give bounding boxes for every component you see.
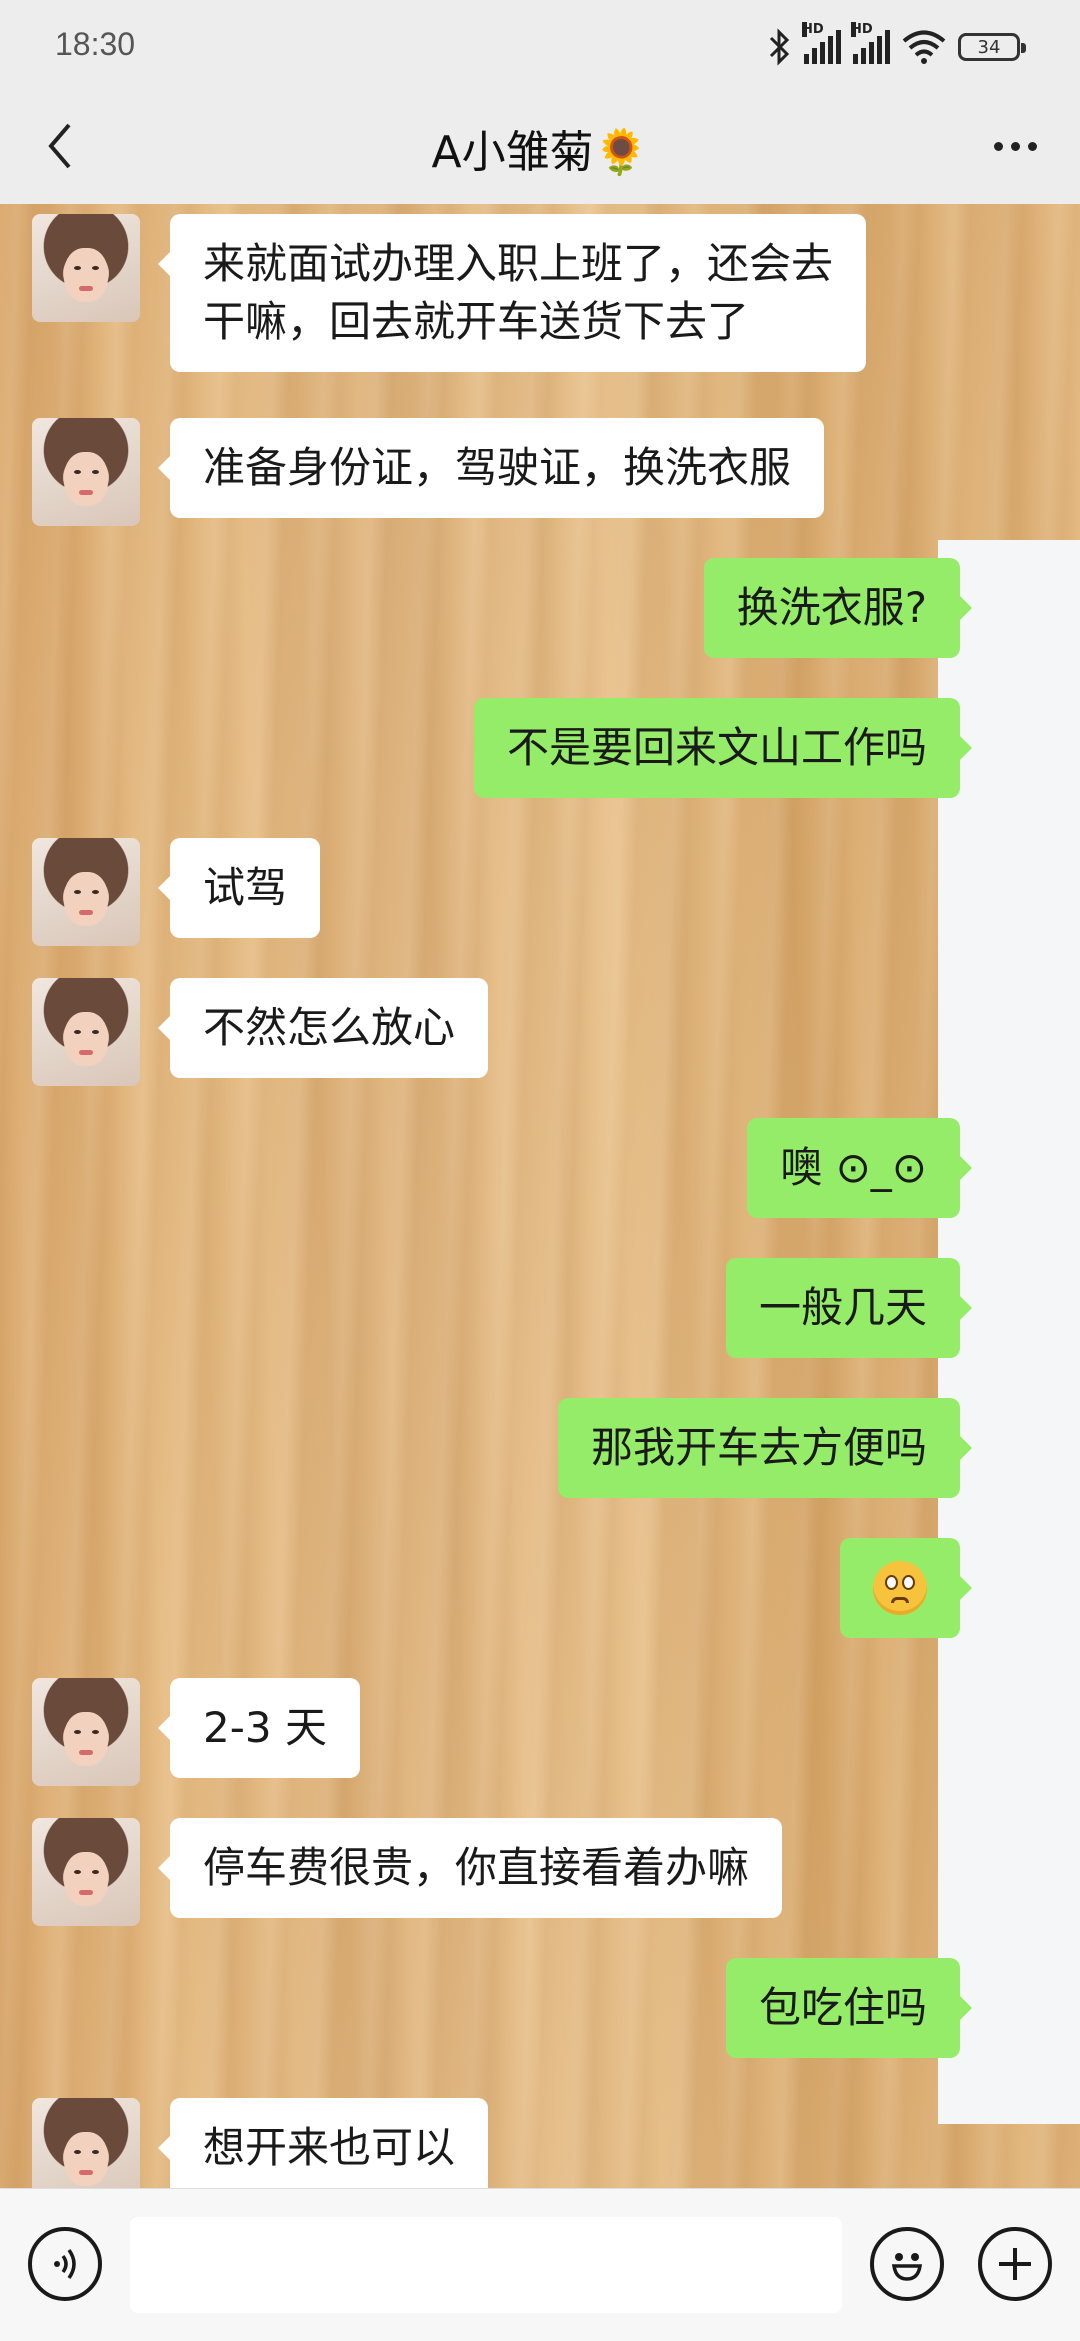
chat-header: A小雏菊🌻 — [0, 96, 1080, 204]
more-dot — [1027, 141, 1037, 151]
message-text-line: 试驾 — [203, 863, 288, 912]
message-bubble[interactable]: 噢 ⊙_⊙ — [747, 1118, 972, 1218]
message-bubble[interactable]: 试驾 — [157, 838, 321, 938]
message-bubble[interactable] — [840, 1538, 972, 1638]
message-text-line: 来就面试办理入职上班了，还会去 — [203, 239, 834, 288]
message-sent: 换洗衣服? — [703, 558, 973, 658]
message-text-line: 那我开车去方便吗 — [590, 1423, 927, 1472]
message-text-line: 噢 ⊙_⊙ — [780, 1143, 927, 1192]
message-sent: 不是要回来文山工作吗 — [473, 698, 973, 798]
message-bubble[interactable]: 一般几天 — [725, 1258, 973, 1358]
message-text-line: 换洗衣服? — [736, 583, 927, 632]
message-text-line: 不然怎么放心 — [203, 1003, 456, 1052]
message-received: 试驾 — [32, 838, 321, 946]
bluetooth-icon — [769, 28, 790, 66]
message-text-line: 想开来也可以 — [203, 2123, 456, 2172]
message-bubble[interactable]: 包吃住吗 — [725, 1958, 973, 2058]
message-received: 2-3 天 — [32, 1678, 360, 1786]
message-text-line: 准备身份证，驾驶证，换洗衣服 — [203, 443, 792, 492]
more-dot — [993, 141, 1003, 151]
plus-icon — [999, 2248, 1031, 2280]
message-received: 来就面试办理入职上班了，还会去 干嘛，回去就开车送货下去了 — [32, 214, 867, 372]
message-received: 停车费很贵，你直接看着办嘛 — [32, 1818, 783, 1926]
message-sent: 一般几天 — [725, 1258, 973, 1358]
message-received: 不然怎么放心 — [32, 978, 489, 1086]
more-dot — [1010, 141, 1020, 151]
avatar[interactable] — [32, 2098, 140, 2188]
voice-button[interactable] — [28, 2227, 102, 2301]
message-bubble[interactable]: 那我开车去方便吗 — [557, 1398, 973, 1498]
emoji-icon — [891, 2253, 923, 2281]
message-bubble[interactable]: 不然怎么放心 — [157, 978, 489, 1078]
avatar[interactable] — [32, 1818, 140, 1926]
battery-level: 34 — [977, 36, 1001, 58]
message-text-line: 2-3 天 — [203, 1703, 327, 1752]
pleading-face-emoji-icon — [873, 1561, 927, 1615]
message-bubble[interactable]: 停车费很贵，你直接看着办嘛 — [157, 1818, 783, 1918]
message-bubble[interactable]: 想开来也可以 — [157, 2098, 489, 2188]
message-received: 准备身份证，驾驶证，换洗衣服 — [32, 418, 825, 526]
status-time: 18:30 — [55, 26, 136, 62]
message-bubble[interactable]: 换洗衣服? — [703, 558, 973, 658]
more-options-button[interactable] — [980, 116, 1050, 176]
voice-icon — [54, 2248, 76, 2280]
hd-label-1: HD — [802, 22, 824, 37]
avatar[interactable] — [32, 1678, 140, 1786]
message-sent: 噢 ⊙_⊙ — [747, 1118, 972, 1218]
message-sent: 那我开车去方便吗 — [557, 1398, 973, 1498]
message-text-line: 一般几天 — [758, 1283, 927, 1332]
emoji-button[interactable] — [870, 2227, 944, 2301]
hd-label-2: HD — [851, 22, 873, 37]
signal-strength-2-icon: HD — [851, 22, 890, 64]
message-received: 想开来也可以 — [32, 2098, 489, 2188]
input-bar — [0, 2188, 1080, 2341]
message-text-line: 停车费很贵，你直接看着办嘛 — [203, 1843, 750, 1892]
status-bar: 18:30 HD HD 34 — [0, 0, 1080, 96]
message-bubble[interactable]: 2-3 天 — [158, 1678, 360, 1778]
signal-strength-1-icon: HD — [802, 22, 841, 64]
message-sent — [840, 1538, 972, 1638]
chat-area[interactable]: 来就面试办理入职上班了，还会去 干嘛，回去就开车送货下去了 准备身份证，驾驶证，… — [0, 204, 1080, 2188]
avatar[interactable] — [32, 418, 140, 526]
avatar[interactable] — [32, 214, 140, 322]
avatar[interactable] — [32, 838, 140, 946]
chat-title: A小雏菊🌻 — [431, 127, 649, 178]
more-functions-button[interactable] — [978, 2227, 1052, 2301]
message-bubble[interactable]: 准备身份证，驾驶证，换洗衣服 — [157, 418, 825, 518]
message-input[interactable] — [130, 2217, 842, 2313]
message-text-line: 干嘛，回去就开车送货下去了 — [203, 297, 750, 346]
status-icons: HD HD 34 — [766, 22, 1026, 72]
message-bubble[interactable]: 不是要回来文山工作吗 — [473, 698, 973, 798]
message-text-line: 包吃住吗 — [758, 1983, 927, 2032]
battery-icon: 34 — [958, 33, 1026, 61]
message-sent: 包吃住吗 — [725, 1958, 973, 2058]
message-bubble[interactable]: 来就面试办理入职上班了，还会去 干嘛，回去就开车送货下去了 — [157, 214, 867, 372]
message-text-line: 不是要回来文山工作吗 — [506, 723, 927, 772]
wifi-icon — [902, 30, 946, 64]
avatar[interactable] — [32, 978, 140, 1086]
